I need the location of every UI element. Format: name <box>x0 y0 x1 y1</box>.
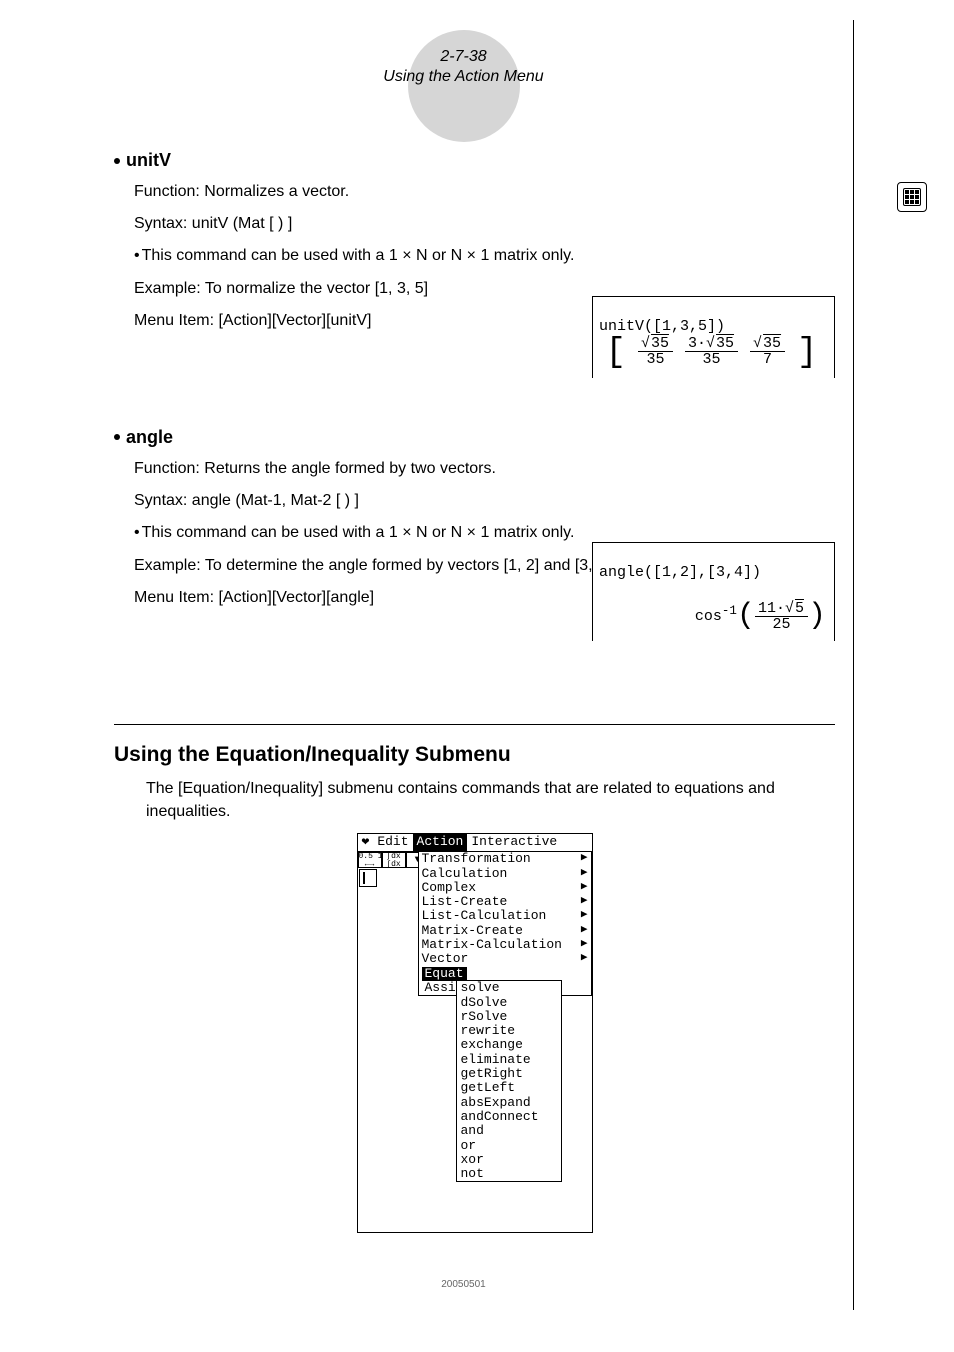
sub-or[interactable]: or <box>457 1139 561 1153</box>
dd-vector[interactable]: Vector▶ <box>419 952 591 966</box>
left-paren-icon: ( <box>737 599 755 633</box>
checkmark-icon: ❤ <box>358 835 374 849</box>
unitv-screenshot: unitV([1,3,5]) [ √3535 3·√3535 √357 ] <box>592 296 835 378</box>
angle-num-mul: 11· <box>758 600 785 617</box>
unitv-heading: unitV <box>114 150 835 171</box>
menu-interactive[interactable]: Interactive <box>467 834 561 850</box>
footer-id: 20050501 <box>441 1279 486 1290</box>
tool-2[interactable]: ∫dx∫dx <box>382 852 406 868</box>
menu-action[interactable]: Action <box>413 834 468 850</box>
sub-solve[interactable]: solve <box>457 981 561 995</box>
sub-eliminate[interactable]: eliminate <box>457 1053 561 1067</box>
section2-body: The [Equation/Inequality] submenu contai… <box>146 777 835 823</box>
unitv-title: unitV <box>126 150 171 171</box>
angle-heading: angle <box>114 427 835 448</box>
sub-getright[interactable]: getRight <box>457 1067 561 1081</box>
chevron-right-icon: ▶ <box>581 881 588 895</box>
radicand-3: 35 <box>762 336 782 351</box>
frac-2: 3·√3535 <box>685 336 738 370</box>
angle-radicand: 5 <box>794 601 805 616</box>
page-frame: 2-7-38 Using the Action Menu unitV Funct… <box>74 20 854 1310</box>
radicand-2: 35 <box>715 336 735 351</box>
sub-not[interactable]: not <box>457 1167 561 1181</box>
chevron-right-icon: ▶ <box>581 895 588 909</box>
page-header: 2-7-38 Using the Action Menu <box>74 20 853 86</box>
angle-screenshot: angle([1,2],[3,4]) cos-1(11·√525) <box>592 542 835 641</box>
sub-dsolve[interactable]: dSolve <box>457 996 561 1010</box>
dd-calculation[interactable]: Calculation▶ <box>419 867 591 881</box>
submenu-screenshot: ❤ Edit Action Interactive 0.5 1←→ ∫dx∫dx… <box>357 833 593 1233</box>
dd-transformation[interactable]: Transformation▶ <box>419 852 591 866</box>
angle-syntax: Syntax: angle (Mat-1, Mat-2 [ ) ] <box>134 489 835 512</box>
unitv-function: Function: Normalizes a vector. <box>134 180 835 203</box>
dd-equation-label: Equat <box>422 967 467 981</box>
content-area: unitV Function: Normalizes a vector. Syn… <box>114 150 835 1233</box>
menu-edit[interactable]: Edit <box>373 834 412 850</box>
unitv-result-row: [ √3535 3·√3535 √357 ] <box>599 336 828 370</box>
frac-3: √357 <box>750 336 785 370</box>
sub-rsolve[interactable]: rSolve <box>457 1010 561 1024</box>
equation-submenu: solve dSolve rSolve rewrite exchange eli… <box>456 980 562 1182</box>
angle-denom: 25 <box>769 617 793 632</box>
calculator-icon <box>897 182 927 212</box>
denom-2: 35 <box>699 352 723 367</box>
denom-3: 7 <box>760 352 775 367</box>
unitv-note-text: This command can be used with a 1 × N or… <box>142 247 575 264</box>
radicand-1: 35 <box>650 336 670 351</box>
sub-exchange[interactable]: exchange <box>457 1038 561 1052</box>
angle-note-text: This command can be used with a 1 × N or… <box>142 524 575 541</box>
dd-list-calculation[interactable]: List-Calculation▶ <box>419 909 591 923</box>
bullet-icon <box>114 434 120 440</box>
angle-function: Function: Returns the angle formed by tw… <box>134 457 835 480</box>
denom-1: 35 <box>643 352 667 367</box>
section2-heading: Using the Equation/Inequality Submenu <box>114 743 835 767</box>
right-paren-icon: ) <box>808 599 826 633</box>
bullet-icon <box>114 158 120 164</box>
angle-result-row: cos-1(11·√525) <box>599 582 828 634</box>
page-subtitle: Using the Action Menu <box>74 68 853 86</box>
sub-absexpand[interactable]: absExpand <box>457 1096 561 1110</box>
section-divider <box>114 724 835 725</box>
sub-rewrite[interactable]: rewrite <box>457 1024 561 1038</box>
left-bracket-icon: [ <box>606 336 626 370</box>
angle-frac: 11·√525 <box>755 601 808 632</box>
chevron-right-icon: ▶ <box>581 867 588 881</box>
page-number: 2-7-38 <box>74 48 853 66</box>
right-bracket-icon: ] <box>797 336 817 370</box>
sub-getleft[interactable]: getLeft <box>457 1081 561 1095</box>
chevron-right-icon: ▶ <box>581 852 588 866</box>
sub-andconnect[interactable]: andConnect <box>457 1110 561 1124</box>
sub-and[interactable]: and <box>457 1124 561 1138</box>
keypad-icon <box>903 188 921 206</box>
dd-matrix-create[interactable]: Matrix-Create▶ <box>419 924 591 938</box>
cos-label: cos <box>695 608 722 625</box>
action-dropdown: Transformation▶ Calculation▶ Complex▶ Li… <box>418 851 592 996</box>
dd-matrix-calculation[interactable]: Matrix-Calculation▶ <box>419 938 591 952</box>
unitv-note: •This command can be used with a 1 × N o… <box>134 244 835 267</box>
tool-1[interactable]: 0.5 1←→ <box>358 852 382 868</box>
chevron-right-icon: ▶ <box>581 909 588 923</box>
cos-exp: -1 <box>722 604 737 618</box>
cursor-icon <box>359 869 377 887</box>
unitv-syntax: Syntax: unitV (Mat [ ) ] <box>134 212 835 235</box>
dd-complex[interactable]: Complex▶ <box>419 881 591 895</box>
frac-1: √3535 <box>638 336 673 370</box>
mult-2: 3· <box>688 335 706 352</box>
dd-list-create[interactable]: List-Create▶ <box>419 895 591 909</box>
unitv-input-line: unitV([1,3,5]) <box>599 318 725 335</box>
dd-equation[interactable]: Equat <box>419 967 591 981</box>
chevron-right-icon: ▶ <box>581 924 588 938</box>
angle-title: angle <box>126 427 173 448</box>
sub-xor[interactable]: xor <box>457 1153 561 1167</box>
menubar: ❤ Edit Action Interactive <box>358 834 592 851</box>
angle-input-line: angle([1,2],[3,4]) <box>599 564 761 581</box>
chevron-right-icon: ▶ <box>581 952 588 966</box>
chevron-right-icon: ▶ <box>581 938 588 952</box>
